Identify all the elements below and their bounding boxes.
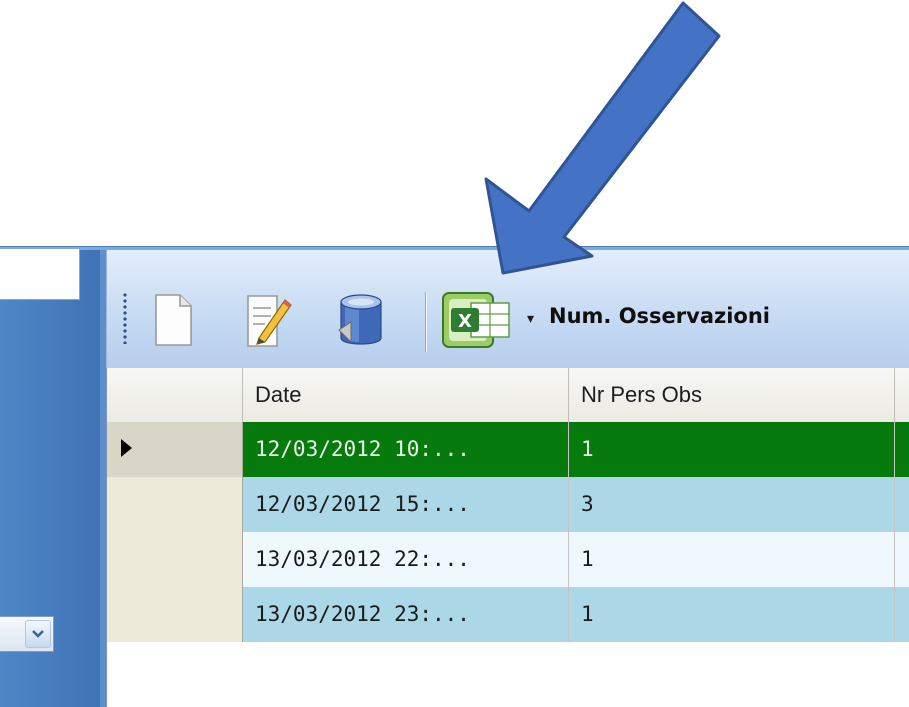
cell-date[interactable]: 13/03/2012 22:...: [243, 532, 569, 587]
new-document-button[interactable]: [145, 290, 201, 350]
toolbar-separator: [425, 292, 427, 352]
table-row[interactable]: 12/03/2012 10:... 1 (: [107, 422, 909, 477]
data-grid: Date Nr Pers Obs 12/03/2012 10:... 1 ( 1…: [106, 368, 909, 707]
cell-extra[interactable]: I: [895, 532, 909, 587]
excel-dropdown-arrow[interactable]: ▾: [527, 310, 534, 327]
left-combobox[interactable]: [0, 616, 54, 652]
toolbar-grip[interactable]: [123, 292, 127, 344]
row-header[interactable]: [107, 477, 243, 532]
cell-nr-pers-obs[interactable]: 1: [569, 587, 895, 642]
grid-corner-header[interactable]: [107, 368, 243, 422]
excel-export-button[interactable]: X: [437, 290, 517, 350]
cell-date[interactable]: 12/03/2012 15:...: [243, 477, 569, 532]
cell-extra[interactable]: (: [895, 422, 909, 477]
database-icon: [338, 294, 382, 345]
new-document-icon: [155, 294, 192, 346]
row-header[interactable]: [107, 532, 243, 587]
database-button[interactable]: [333, 290, 389, 350]
edit-document-button[interactable]: [241, 290, 297, 350]
table-row[interactable]: 13/03/2012 22:... 1 I: [107, 532, 909, 587]
current-row-indicator-icon: [121, 439, 132, 457]
cell-nr-pers-obs[interactable]: 3: [569, 477, 895, 532]
chevron-down-icon[interactable]: [25, 620, 51, 648]
cell-date[interactable]: 12/03/2012 10:...: [243, 422, 569, 477]
table-row[interactable]: 12/03/2012 15:... 3: [107, 477, 909, 532]
table-row[interactable]: 13/03/2012 23:... 1 I: [107, 587, 909, 642]
cell-date[interactable]: 13/03/2012 23:...: [243, 587, 569, 642]
column-header-next[interactable]: [895, 368, 909, 422]
grid-header: Date Nr Pers Obs: [107, 368, 909, 423]
column-header-date[interactable]: Date: [243, 368, 569, 422]
row-header[interactable]: [107, 587, 243, 642]
cell-nr-pers-obs[interactable]: 1: [569, 422, 895, 477]
column-header-nr-pers-obs[interactable]: Nr Pers Obs: [569, 368, 895, 422]
cell-extra[interactable]: [895, 477, 909, 532]
row-header[interactable]: [107, 422, 243, 477]
cell-extra[interactable]: I: [895, 587, 909, 642]
edit-document-icon: [247, 295, 292, 347]
svg-text:X: X: [458, 311, 472, 332]
cell-nr-pers-obs[interactable]: 1: [569, 532, 895, 587]
toolbar: X ▾ Num. Osservazioni: [106, 250, 909, 368]
left-text-field[interactable]: [0, 248, 80, 300]
excel-export-icon: X: [442, 292, 510, 348]
observations-count-label: Num. Osservazioni: [549, 304, 771, 328]
